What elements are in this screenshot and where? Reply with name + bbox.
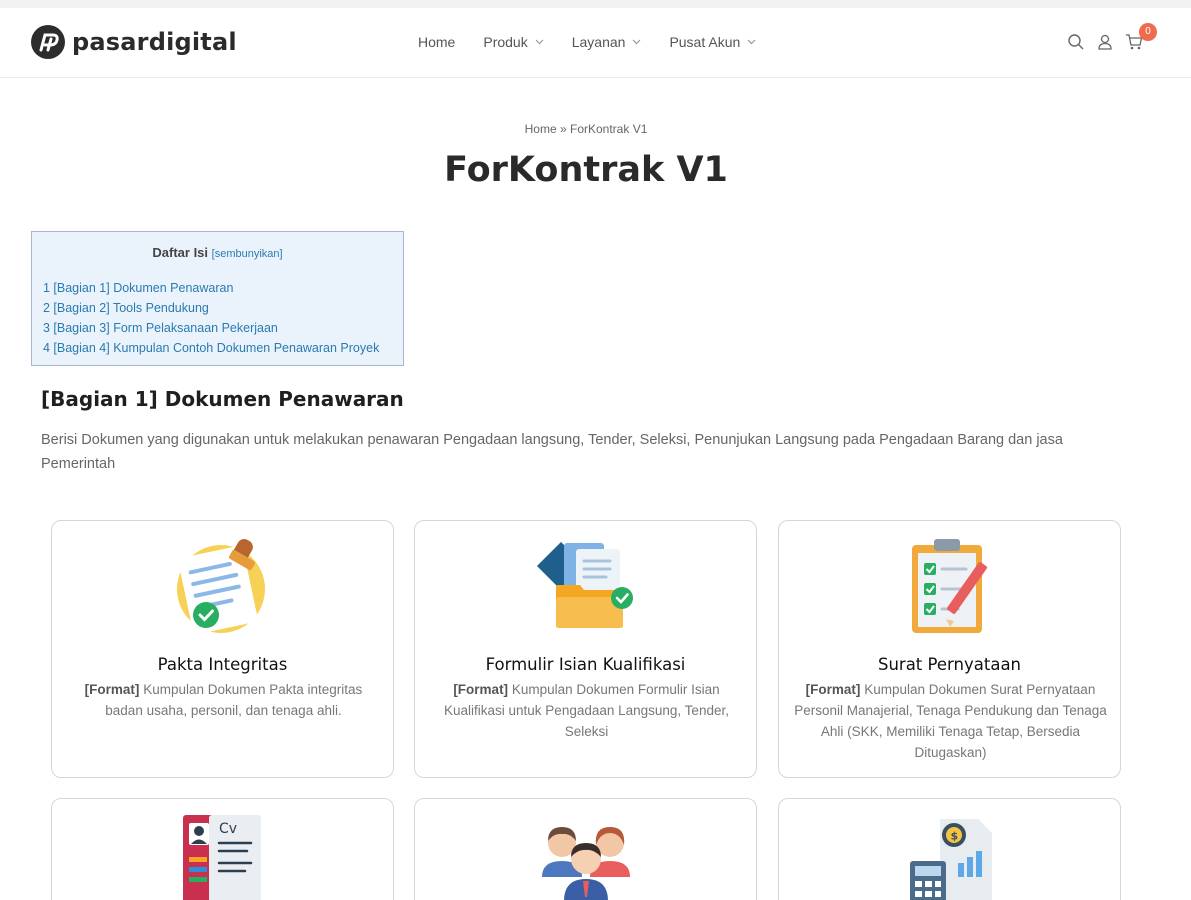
nav-item-label: Pusat Akun: [669, 34, 741, 50]
svg-text:$: $: [950, 830, 958, 843]
top-strip: [0, 0, 1191, 8]
team-people-icon: [541, 827, 630, 900]
breadcrumb-current: ForKontrak V1: [570, 122, 648, 136]
stamp-document-icon: [176, 539, 265, 635]
main-nav: Home Produk Layanan Pusat Akun: [418, 34, 784, 50]
brand-logo[interactable]: pasardigital: [31, 25, 237, 59]
toc-item-3[interactable]: 3 [Bagian 3] Form Pelaksanaan Pekerjaan: [43, 318, 379, 338]
nav-item-produk[interactable]: Produk: [483, 34, 544, 50]
toc-header: Daftar Isi [sembunyikan]: [32, 245, 403, 260]
page-title: ForKontrak V1: [444, 150, 728, 190]
breadcrumb: Home » ForKontrak V1: [0, 122, 1172, 136]
cart-count-badge: 0: [1139, 23, 1157, 41]
toc-title: Daftar Isi: [152, 245, 209, 260]
card-title: Pakta Integritas: [157, 655, 288, 674]
brand-name: pasardigital: [72, 28, 237, 56]
toc-toggle-link[interactable]: [sembunyikan]: [212, 248, 283, 260]
chevron-down-icon: [535, 39, 544, 45]
toc-list: 1 [Bagian 1] Dokumen Penawaran 2 [Bagian…: [43, 278, 379, 358]
toc-item-4[interactable]: 4 [Bagian 4] Kumpulan Contoh Dokumen Pen…: [43, 338, 379, 358]
product-card-finance[interactable]: $: [778, 798, 1121, 900]
product-card-cv[interactable]: Cv: [51, 798, 394, 900]
card-description: [Format] Kumpulan Dokumen Pakta integrit…: [66, 679, 381, 721]
nav-item-pusat-akun[interactable]: Pusat Akun: [669, 34, 756, 50]
product-card-surat-pernyataan[interactable]: Surat Pernyataan [Format] Kumpulan Dokum…: [778, 520, 1121, 778]
folder-check-icon: [536, 541, 633, 628]
section-description: Berisi Dokumen yang digunakan untuk mela…: [41, 432, 1063, 472]
chevron-down-icon: [747, 39, 756, 45]
nav-item-home[interactable]: Home: [418, 34, 455, 50]
breadcrumb-separator: »: [559, 122, 567, 136]
cv-document-icon: Cv: [182, 815, 261, 900]
toc-item-1[interactable]: 1 [Bagian 1] Dokumen Penawaran: [43, 278, 379, 298]
card-description: [Format] Kumpulan Dokumen Surat Pernyata…: [793, 679, 1108, 763]
site-header: pasardigital Home Produk Layanan Pusat A…: [0, 8, 1191, 78]
table-of-contents: Daftar Isi [sembunyikan] 1 [Bagian 1] Do…: [31, 231, 404, 366]
card-description: [Format] Kumpulan Dokumen Formulir Isian…: [429, 679, 744, 742]
product-card-formulir-isian-kualifikasi[interactable]: Formulir Isian Kualifikasi [Format] Kump…: [414, 520, 757, 778]
product-card-pakta-integritas[interactable]: Pakta Integritas [Format] Kumpulan Dokum…: [51, 520, 394, 778]
logo-mark-icon: [31, 25, 65, 59]
card-tag: [Format]: [453, 682, 509, 697]
nav-item-layanan[interactable]: Layanan: [572, 34, 642, 50]
svg-text:Cv: Cv: [219, 821, 237, 837]
product-card-team[interactable]: [414, 798, 757, 900]
search-icon[interactable]: [1067, 33, 1085, 51]
clipboard-checklist-icon: [911, 539, 987, 633]
nav-item-label: Home: [418, 34, 456, 50]
breadcrumb-home-link[interactable]: Home: [525, 122, 557, 136]
chevron-down-icon: [633, 39, 641, 45]
finance-report-icon: $: [909, 819, 992, 900]
user-icon[interactable]: [1096, 33, 1114, 51]
card-title: Surat Pernyataan: [877, 655, 1022, 674]
section-heading: [Bagian 1] Dokumen Penawaran: [41, 387, 404, 411]
card-desc-text: Kumpulan Dokumen Pakta integritas badan …: [105, 682, 363, 718]
card-tag: [Format]: [805, 682, 861, 697]
nav-item-label: Layanan: [571, 34, 626, 50]
nav-item-label: Produk: [483, 34, 528, 50]
toc-item-2[interactable]: 2 [Bagian 2] Tools Pendukung: [43, 298, 379, 318]
card-title: Formulir Isian Kualifikasi: [485, 655, 686, 674]
card-tag: [Format]: [84, 682, 140, 697]
